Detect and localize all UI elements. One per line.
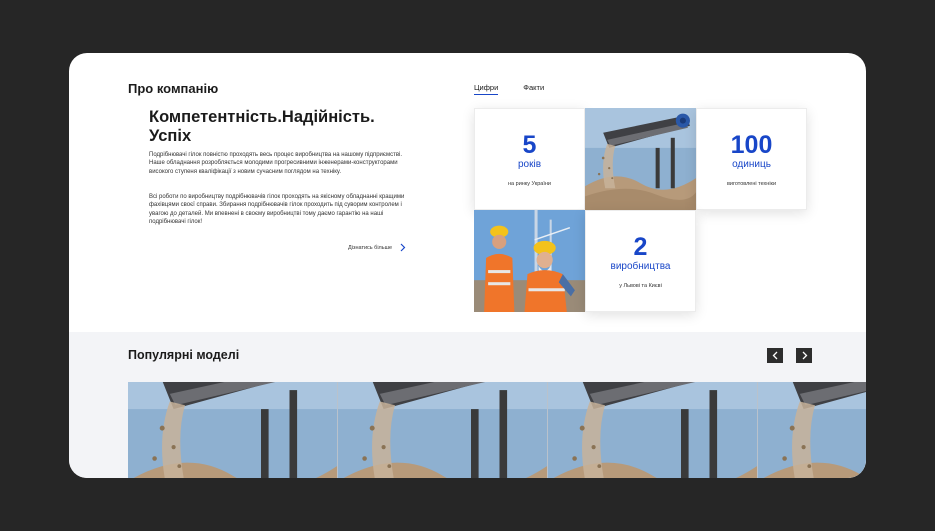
model-card[interactable] <box>758 382 866 478</box>
model-image <box>758 382 866 478</box>
section-title-popular: Популярні моделі <box>128 348 240 362</box>
tab-numbers[interactable]: Цифри <box>474 83 499 95</box>
stats-tabs: Цифри Факти <box>474 83 544 95</box>
stats-grid: 5 років на ринку України 100 одиниць виг… <box>474 108 807 313</box>
about-paragraph-1: Подрібнювачі гілок повністю проходять ве… <box>149 152 403 175</box>
carousel-prev-button[interactable] <box>767 348 783 363</box>
conveyor-photo <box>585 108 696 210</box>
stat-years: 5 років на ринку України <box>474 108 585 210</box>
stat-factories-number: 2 <box>633 232 648 261</box>
stat-units-unit: одиниць <box>732 158 771 170</box>
page-card: Про компанію Компетентність.Надійність. … <box>69 53 866 478</box>
learn-more-label: Дізнатись більше <box>348 244 393 251</box>
workers-image <box>474 210 585 312</box>
chevron-right-icon <box>802 351 807 360</box>
model-image <box>128 382 337 478</box>
headline: Компетентність.Надійність. Успіх <box>149 108 375 145</box>
carousel-next-button[interactable] <box>796 348 812 363</box>
model-card[interactable] <box>548 382 758 478</box>
stat-factories-desc: у Львові та Києві <box>619 282 662 289</box>
stat-units-desc: виготовлені техніки <box>726 180 777 187</box>
stat-years-number: 5 <box>522 130 537 159</box>
about-paragraph-2: Всі роботи по виробництву подрібнювачів … <box>149 194 405 226</box>
model-image <box>548 382 757 478</box>
learn-more-link[interactable]: Дізнатись більше <box>348 243 406 252</box>
model-card[interactable] <box>128 382 338 478</box>
tab-facts[interactable]: Факти <box>523 83 544 95</box>
stat-years-desc: на ринку України <box>508 180 551 187</box>
stat-factories: 2 виробництва у Львові та Києві <box>585 210 696 312</box>
model-image <box>338 382 547 478</box>
model-card[interactable] <box>338 382 548 478</box>
workers-photo <box>474 210 585 312</box>
conveyor-image <box>585 108 696 210</box>
stat-years-unit: років <box>517 158 542 170</box>
stat-factories-unit: виробництва <box>610 260 671 272</box>
section-title-about: Про компанію <box>128 81 219 96</box>
models-carousel <box>128 382 866 478</box>
stat-units-number: 100 <box>730 130 773 159</box>
chevron-right-icon <box>400 243 406 252</box>
stat-units: 100 одиниць виготовлені техніки <box>696 108 807 210</box>
popular-models-section: Популярні моделі <box>69 332 866 478</box>
chevron-left-icon <box>772 351 777 360</box>
